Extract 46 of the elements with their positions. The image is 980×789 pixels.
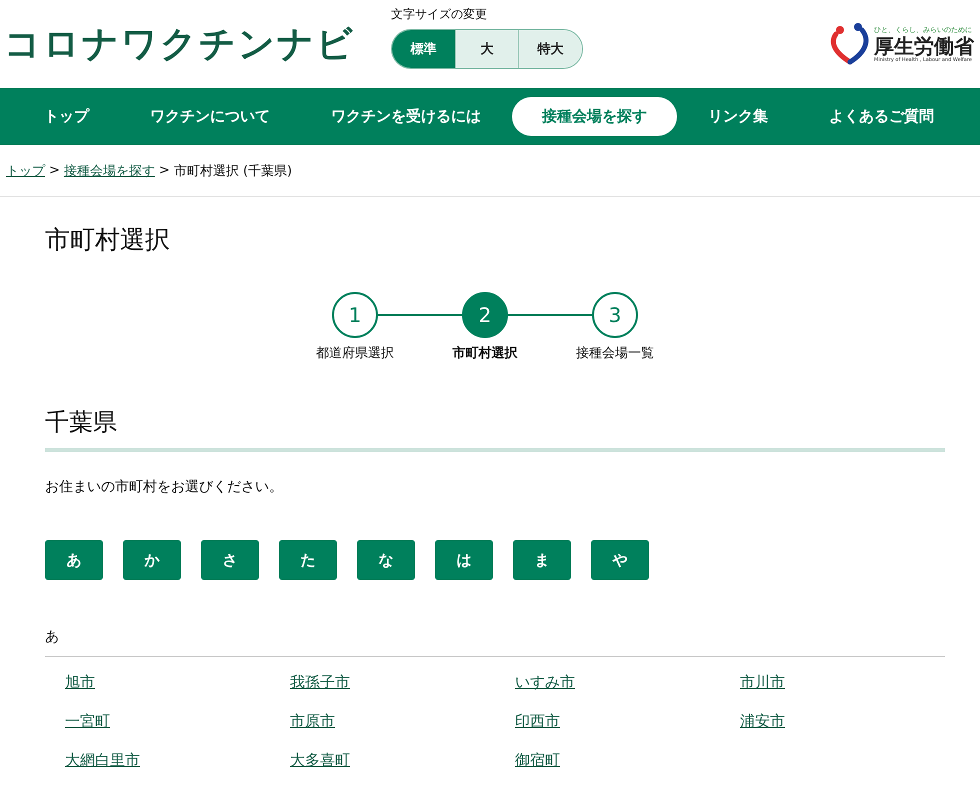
- step-circle: 3: [592, 292, 638, 338]
- municipality-link[interactable]: 市川市: [740, 673, 785, 692]
- municipality-link[interactable]: いすみ市: [515, 673, 575, 692]
- logo-name[interactable]: 厚生労働省: [874, 35, 974, 57]
- municipality-link[interactable]: 御宿町: [515, 751, 560, 770]
- municipality-link[interactable]: 大網白里市: [65, 751, 140, 770]
- municipality-link[interactable]: 大多喜町: [290, 751, 350, 770]
- step-label: 接種会場一覧: [576, 345, 654, 362]
- step-label: 都道府県選択: [316, 345, 394, 362]
- kana-button[interactable]: や: [591, 540, 649, 580]
- step-label: 市町村選択: [452, 344, 518, 362]
- kana-button[interactable]: あ: [45, 540, 103, 580]
- breadcrumb-link[interactable]: トップ: [6, 162, 45, 180]
- nav-item[interactable]: よくあるご質問: [799, 97, 964, 136]
- kana-button[interactable]: な: [357, 540, 415, 580]
- font-size-button[interactable]: 特大: [518, 30, 582, 68]
- font-size-button[interactable]: 大: [454, 30, 518, 68]
- kana-button[interactable]: た: [279, 540, 337, 580]
- prefecture-heading: 千葉県: [45, 406, 945, 452]
- breadcrumb-current: 市町村選択 (千葉県): [174, 162, 292, 180]
- municipality-link[interactable]: 印西市: [515, 712, 560, 731]
- kana-button[interactable]: ま: [513, 540, 571, 580]
- step-circle: 2: [462, 292, 508, 338]
- kana-button[interactable]: か: [123, 540, 181, 580]
- page-title: 市町村選択: [45, 224, 171, 256]
- municipality-link[interactable]: 旭市: [65, 673, 95, 692]
- municipality-link[interactable]: 我孫子市: [290, 673, 350, 692]
- font-size-button[interactable]: 標準: [392, 30, 455, 68]
- nav-item[interactable]: 接種会場を探す: [512, 97, 677, 136]
- section-heading: あ: [45, 628, 945, 657]
- site-title[interactable]: コロナワクチンナビ: [4, 20, 355, 68]
- nav-item[interactable]: トップ: [14, 97, 119, 136]
- breadcrumb-separator: >: [158, 163, 170, 178]
- breadcrumb-link[interactable]: 接種会場を探す: [64, 162, 155, 180]
- kana-button[interactable]: は: [435, 540, 493, 580]
- step-circle: 1: [332, 292, 378, 338]
- kana-button[interactable]: さ: [201, 540, 259, 580]
- font-size-label: 文字サイズの変更: [391, 6, 488, 22]
- breadcrumb-separator: >: [49, 163, 60, 178]
- municipality-link[interactable]: 一宮町: [65, 712, 110, 731]
- municipality-link[interactable]: 市原市: [290, 712, 335, 731]
- instruction-text: お住まいの市町村をお選びください。: [45, 478, 284, 496]
- nav-item[interactable]: リンク集: [678, 97, 798, 136]
- municipality-link[interactable]: 浦安市: [740, 712, 785, 731]
- nav-item[interactable]: ワクチンについて: [120, 97, 300, 136]
- nav-item[interactable]: ワクチンを受けるには: [301, 97, 511, 136]
